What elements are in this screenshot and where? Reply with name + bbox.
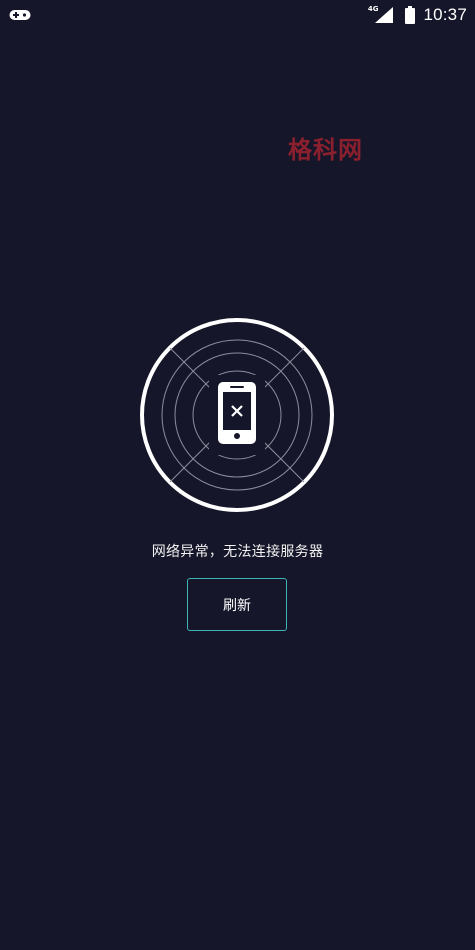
network-type: 4G: [367, 5, 379, 13]
network-error-screen: 4G 10:37 格科网 网络异常，无法连接服务器 刷新: [0, 0, 475, 950]
battery-icon: [405, 6, 416, 24]
phone-disconnected-icon: [209, 375, 265, 455]
status-left: [9, 7, 31, 26]
refresh-button-label: 刷新: [223, 597, 251, 614]
network-disconnected-illustration: [140, 318, 334, 512]
error-message: 网络异常，无法连接服务器: [151, 544, 324, 560]
game-controller-icon: [9, 10, 31, 20]
clock: 10:37: [423, 5, 467, 24]
status-right: 4G 10:37: [368, 4, 467, 26]
watermark: 格科网: [288, 136, 363, 164]
status-bar: 4G 10:37: [0, 0, 475, 30]
refresh-button[interactable]: 刷新: [187, 578, 287, 631]
